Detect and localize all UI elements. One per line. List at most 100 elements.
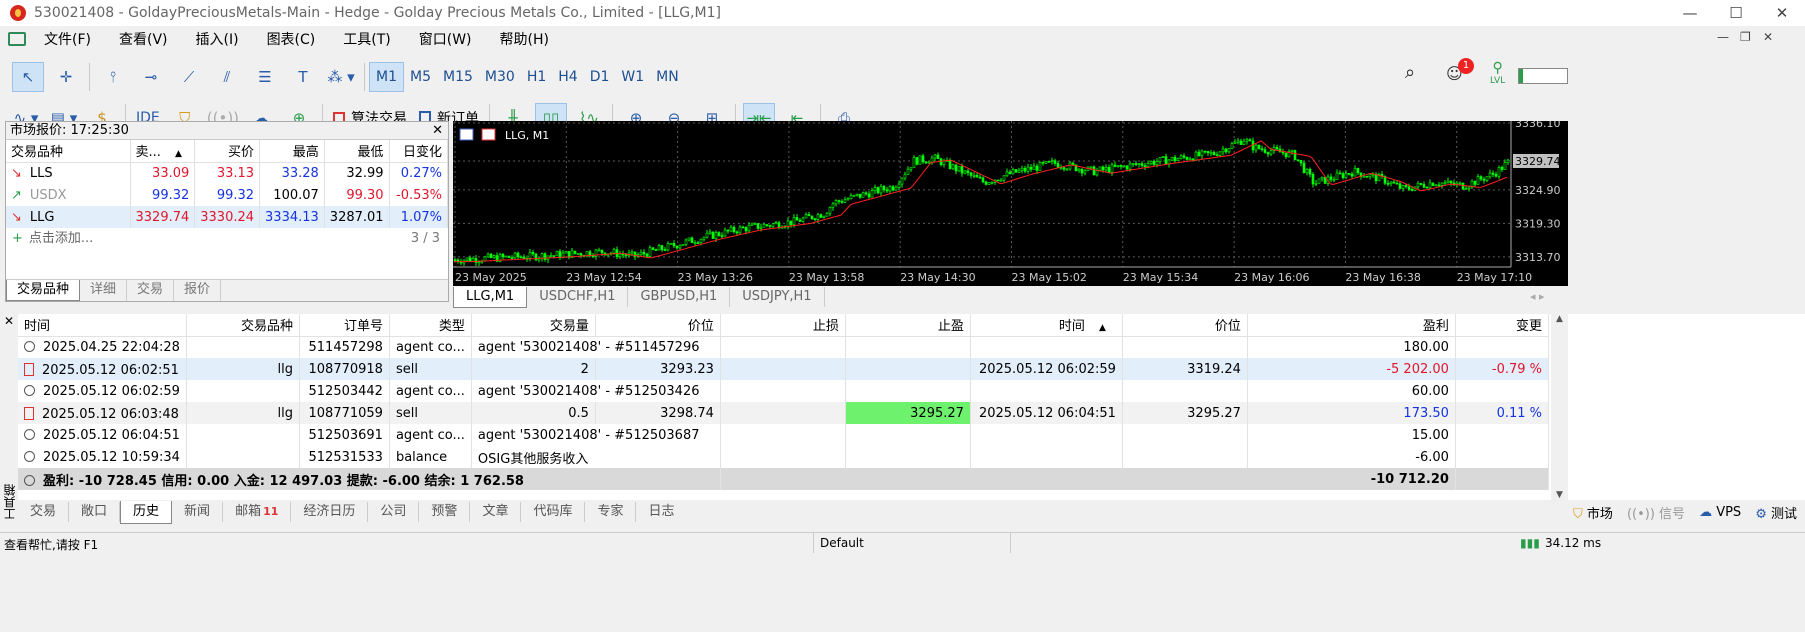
maximize-button[interactable]: ☐ (1713, 0, 1759, 26)
table-row[interactable]: 2025.04.25 22:04:28 511457298 agent co... a… (18, 336, 1550, 358)
crosshair-icon[interactable]: ✛ (50, 62, 82, 92)
tab-symbols[interactable]: 交易品种 (6, 280, 81, 301)
tab-articles[interactable]: 文章 (470, 502, 522, 522)
timeframe-h4[interactable]: H4 (552, 62, 583, 92)
col-change[interactable]: 变更 (1455, 314, 1550, 337)
minimize-button[interactable]: — (1667, 0, 1713, 26)
scroll-up-icon[interactable]: ▲ (1551, 314, 1568, 324)
table-row[interactable]: 2025.05.12 06:03:48 llg 108771059 sell 0.5 32… (18, 402, 1550, 424)
level-icon[interactable]: ⚲ LVL (1490, 60, 1505, 86)
col-profit[interactable]: 盈利 (1247, 314, 1456, 337)
col-change[interactable]: 日变化 (389, 140, 449, 163)
status-profile[interactable]: Default (820, 536, 864, 550)
vertical-scrollbar[interactable]: ▲ ▼ (1551, 314, 1568, 500)
col-low[interactable]: 最低 (324, 140, 390, 163)
scroll-down-icon[interactable]: ▼ (1551, 490, 1568, 500)
trend-line-icon[interactable]: ⟋ (173, 62, 205, 92)
vertical-line-icon[interactable]: ⫯ (97, 62, 129, 92)
table-row[interactable]: 2025.05.12 10:59:34 512531533 balance OSIG其… (18, 446, 1550, 468)
price-chart[interactable]: LLG, M1 3336.10 3329.74 3324.90 3319.30 3313… (453, 121, 1568, 286)
tab-news[interactable]: 新闻 (172, 502, 224, 522)
tab-chart-usdjpy[interactable]: USDJPY,H1 (730, 287, 825, 307)
col-price-close[interactable]: 价位 (1122, 314, 1248, 337)
tab-trading[interactable]: 交易 (127, 280, 175, 301)
menu-view[interactable]: 查看(V) (105, 29, 182, 49)
col-bid[interactable]: 卖... ▲ (130, 140, 196, 163)
mdi-close-button[interactable]: ✕ (1763, 30, 1773, 44)
col-tp[interactable]: 止盈 (845, 314, 971, 337)
col-order[interactable]: 订单号 (299, 314, 390, 337)
signals-link[interactable]: ((•)) 信号 (1627, 503, 1685, 522)
market-link[interactable]: ⛉ 市场 (1573, 503, 1613, 522)
tab-chart-llg[interactable]: LLG,M1 (453, 286, 528, 308)
timeframe-m1[interactable]: M1 (369, 62, 404, 92)
timeframe-m30[interactable]: M30 (479, 62, 521, 92)
menu-tools[interactable]: 工具(T) (329, 29, 404, 49)
tab-journal[interactable]: 日志 (636, 502, 686, 522)
timeframe-d1[interactable]: D1 (584, 62, 616, 92)
tab-codebase[interactable]: 代码库 (521, 502, 586, 522)
col-volume[interactable]: 交易量 (471, 314, 596, 337)
text-icon[interactable]: T (287, 62, 319, 92)
col-symbol[interactable]: 交易品种 (6, 140, 131, 163)
add-symbol-label: 点击添加... (28, 231, 94, 246)
candle-body (1428, 182, 1432, 189)
menu-insert[interactable]: 插入(I) (182, 29, 253, 49)
close-icon[interactable]: ✕ (432, 122, 443, 140)
search-icon[interactable]: ⌕ (1405, 62, 1415, 83)
close-icon[interactable]: ✕ (4, 314, 14, 328)
col-time-close[interactable]: 时间 ▲ (970, 314, 1123, 337)
col-sl[interactable]: 止损 (720, 314, 846, 337)
tab-scroll-arrows[interactable]: ◂ ▸ (1530, 290, 1545, 303)
tab-ticks[interactable]: 报价 (174, 280, 222, 301)
col-symbol[interactable]: 交易品种 (186, 314, 300, 337)
candle-body (1242, 140, 1246, 145)
table-row[interactable]: 2025.05.12 06:02:51 llg 108770918 sell 2 3293… (18, 358, 1550, 380)
col-type[interactable]: 类型 (389, 314, 472, 337)
col-time[interactable]: 时间 (18, 314, 187, 337)
tab-chart-gbpusd[interactable]: GBPUSD,H1 (628, 287, 731, 307)
chart-canvas[interactable]: LLG, M1 3336.10 3329.74 3324.90 3319.30 3313… (453, 121, 1568, 286)
menu-window[interactable]: 窗口(W) (405, 29, 486, 49)
col-price[interactable]: 价位 (595, 314, 721, 337)
col-high[interactable]: 最高 (259, 140, 325, 163)
close-button[interactable]: ✕ (1759, 0, 1805, 26)
table-row[interactable]: 2025.05.12 06:04:51 512503691 agent co... a… (18, 424, 1550, 446)
menu-charts[interactable]: 图表(C) (253, 29, 330, 49)
cursor-icon[interactable]: ↖ (12, 62, 44, 92)
tab-calendar[interactable]: 经济日历 (291, 502, 369, 522)
candle-body (1284, 152, 1288, 158)
tab-details[interactable]: 详细 (80, 280, 128, 301)
tab-exposure[interactable]: 敞口 (69, 502, 121, 522)
tab-company[interactable]: 公司 (368, 502, 420, 522)
timeframe-m5[interactable]: M5 (404, 62, 437, 92)
tab-history[interactable]: 历史 (120, 500, 173, 524)
channel-icon[interactable]: ⫽ (211, 62, 243, 92)
mdi-minimize-button[interactable]: — (1717, 30, 1729, 44)
col-ask[interactable]: 买价 (194, 140, 261, 163)
table-row[interactable]: 2025.05.12 06:02:59 512503442 agent co... a… (18, 380, 1550, 402)
tab-mailbox[interactable]: 邮箱 11 (223, 502, 292, 522)
fibonacci-icon[interactable]: ☰ (249, 62, 281, 92)
shapes-icon[interactable]: ⁂ ▾ (325, 62, 357, 92)
timeframe-w1[interactable]: W1 (615, 62, 650, 92)
table-row[interactable]: ↘ LLG 3329.74 3330.24 3334.13 3287.01 1.0… (6, 206, 449, 228)
tab-alerts[interactable]: 预警 (419, 502, 471, 522)
timeframe-h1[interactable]: H1 (521, 62, 552, 92)
candle-body (1353, 167, 1357, 177)
separator (813, 533, 814, 553)
tab-trade[interactable]: 交易 (18, 502, 70, 522)
timeframe-mn[interactable]: MN (650, 62, 685, 92)
add-symbol-row[interactable]: + 点击添加... 3 / 3 (6, 228, 448, 250)
mdi-restore-button[interactable]: ❐ (1740, 30, 1751, 44)
menu-file[interactable]: 文件(F) (30, 29, 105, 49)
horizontal-line-icon[interactable]: ⊸ (135, 62, 167, 92)
vps-link[interactable]: ☁ VPS (1699, 505, 1741, 520)
tab-experts[interactable]: 专家 (585, 502, 637, 522)
tab-chart-usdchf[interactable]: USDCHF,H1 (527, 287, 629, 307)
menu-help[interactable]: 帮助(H) (486, 29, 563, 49)
timeframe-m15[interactable]: M15 (437, 62, 479, 92)
table-row[interactable]: ↘ LLS 33.09 33.13 33.28 32.99 0.27% (6, 162, 449, 184)
tester-link[interactable]: ⚙ 测试 (1755, 503, 1797, 522)
table-row[interactable]: ↗ USDX 99.32 99.32 100.07 99.30 -0.53% (6, 184, 449, 206)
